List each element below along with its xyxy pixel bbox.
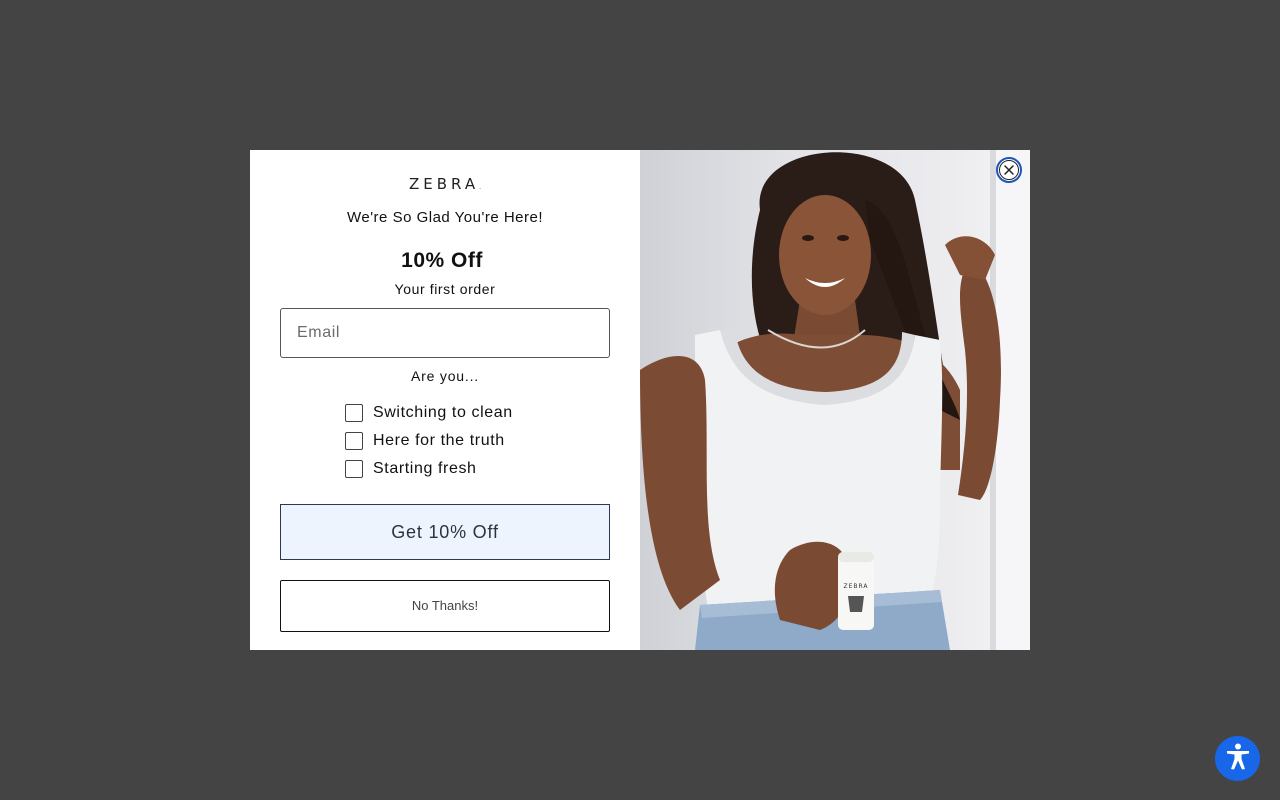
option-switching-to-clean[interactable]: Switching to clean (345, 399, 585, 427)
option-label: Here for the truth (373, 432, 505, 449)
option-here-for-the-truth[interactable]: Here for the truth (345, 427, 585, 455)
option-label: Switching to clean (373, 404, 513, 421)
close-icon (999, 160, 1019, 180)
photo-illustration: ZEBRA (640, 150, 1030, 650)
offer-subtitle: Your first order (394, 281, 496, 297)
email-input[interactable] (280, 308, 610, 358)
brand-logo: ZEBRA. (408, 175, 482, 193)
close-button[interactable] (996, 157, 1022, 183)
popup-form-panel: ZEBRA. We're So Glad You're Here! 10% Of… (250, 150, 640, 650)
question-label: Are you... (411, 368, 479, 384)
accessibility-icon (1223, 741, 1253, 776)
no-thanks-button[interactable]: No Thanks! (280, 580, 610, 632)
woman-holding-deodorant-photo: ZEBRA (640, 150, 1030, 650)
option-label: Starting fresh (373, 460, 477, 477)
get-discount-button[interactable]: Get 10% Off (280, 504, 610, 560)
options-list: Switching to clean Here for the truth St… (345, 399, 585, 483)
popup-greeting: We're So Glad You're Here! (346, 209, 544, 226)
product-label: ZEBRA (843, 583, 868, 590)
checkbox[interactable] (345, 460, 363, 478)
signup-popup: ZEBRA. We're So Glad You're Here! 10% Of… (250, 150, 1030, 650)
option-starting-fresh[interactable]: Starting fresh (345, 455, 585, 483)
offer-title: 10% Off (401, 249, 483, 272)
accessibility-button[interactable] (1215, 736, 1260, 781)
checkbox[interactable] (345, 432, 363, 450)
checkbox[interactable] (345, 404, 363, 422)
